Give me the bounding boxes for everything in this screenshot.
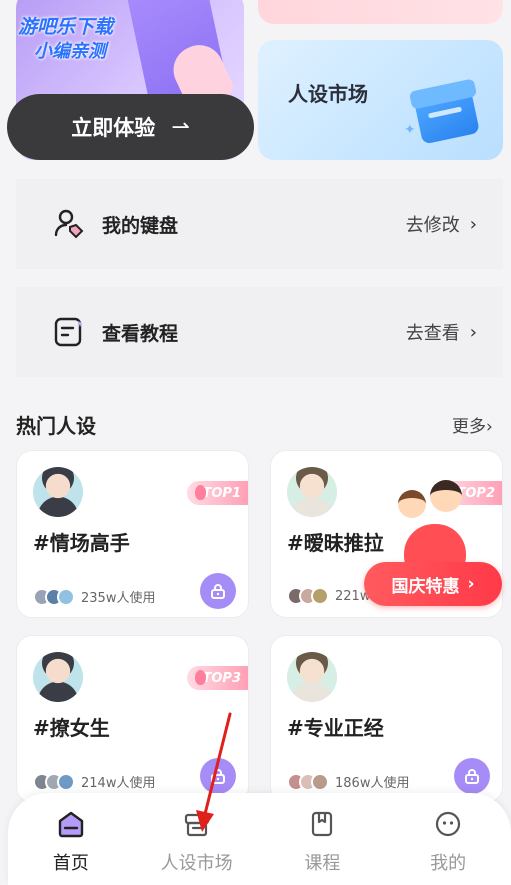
watermark-line1: 游吧乐下载 — [18, 16, 114, 38]
nav-home[interactable]: 首页 — [16, 809, 126, 875]
view-tutorial-link[interactable]: 去查看 › — [406, 319, 477, 345]
lock-icon — [465, 769, 479, 784]
mini-avatar — [311, 587, 329, 605]
hot-personas-title: 热门人设 — [16, 414, 96, 438]
usage-count: 235w人使用 — [81, 591, 156, 606]
lock-icon — [211, 584, 225, 599]
user-avatars — [33, 772, 75, 791]
try-now-button[interactable]: 立即体验 ⇀ — [7, 94, 254, 160]
chevron-right-icon: › — [469, 321, 477, 343]
usage-info: 186w人使用 — [287, 772, 409, 791]
persona-name: #专业正经 — [287, 716, 384, 740]
mini-avatar — [57, 587, 75, 606]
holiday-promo-badge[interactable]: 国庆特惠 › — [364, 474, 504, 614]
lock-button[interactable] — [454, 758, 490, 794]
more-link[interactable]: 更多› — [452, 412, 493, 437]
user-avatars — [287, 587, 329, 605]
chevron-right-icon: › — [469, 213, 477, 235]
usage-info: 214w人使用 — [33, 772, 155, 791]
rank-label: TOP3 — [202, 670, 242, 686]
holiday-promo-button[interactable]: 国庆特惠 › — [364, 562, 502, 606]
persona-market-title: 人设市场 — [288, 82, 368, 106]
user-avatars — [33, 587, 75, 606]
persona-card[interactable]: TOP1 #情场高手 235w人使用 — [16, 450, 249, 618]
nav-course-label: 课程 — [304, 853, 341, 874]
usage-info: 221w — [287, 587, 370, 605]
chevron-right-icon: › — [467, 574, 475, 594]
edit-keyboard-label: 去修改 — [405, 215, 460, 236]
rank-badge: TOP1 — [187, 481, 248, 505]
nav-profile-label: 我的 — [430, 853, 467, 874]
flame-icon — [195, 485, 206, 500]
mini-avatar — [311, 772, 329, 791]
document-icon — [52, 315, 86, 349]
nav-profile[interactable]: 我的 — [393, 809, 503, 875]
bottom-navigation: 首页 人设市场 课程 我的 — [8, 793, 511, 885]
arrow-right-icon: ⇀ — [171, 114, 190, 140]
sparkle-icon: ✦ — [404, 122, 416, 138]
avatar — [287, 652, 337, 702]
flame-icon — [195, 670, 206, 685]
try-now-label: 立即体验 — [71, 116, 156, 140]
tutorial-label: 查看教程 — [102, 322, 179, 345]
avatar — [33, 467, 83, 517]
nav-course[interactable]: 课程 — [267, 809, 377, 875]
view-tutorial-label: 去查看 — [405, 323, 460, 344]
holiday-promo-label: 国庆特惠 — [391, 576, 460, 597]
persona-name: #情场高手 — [33, 531, 130, 555]
girl-illustration — [398, 490, 426, 518]
nav-home-label: 首页 — [52, 853, 89, 874]
my-keyboard-row[interactable]: 我的键盘 去修改 › — [16, 179, 503, 269]
watermark-line2: 小编亲测 — [34, 41, 106, 62]
home-icon — [56, 809, 86, 839]
rank-label: TOP1 — [202, 485, 242, 501]
mini-avatar — [57, 772, 75, 791]
annotation-arrow-icon — [196, 712, 232, 832]
avatar — [287, 467, 337, 517]
persona-name: #撩女生 — [33, 716, 110, 740]
tutorial-row[interactable]: 查看教程 去查看 › — [16, 287, 503, 377]
nav-persona-market-label: 人设市场 — [160, 853, 233, 874]
lock-button[interactable] — [200, 573, 236, 609]
profile-icon — [433, 809, 463, 839]
chevron-right-icon: › — [486, 417, 493, 437]
persona-market-card[interactable]: 人设市场 ✦ — [258, 40, 503, 160]
usage-info: 235w人使用 — [33, 587, 155, 606]
usage-count: 214w人使用 — [81, 776, 156, 791]
rank-badge: TOP3 — [187, 666, 248, 690]
edit-keyboard-link[interactable]: 去修改 › — [406, 211, 477, 237]
usage-count: 186w人使用 — [335, 776, 410, 791]
persona-card[interactable]: #专业正经 186w人使用 — [270, 635, 503, 803]
boy-illustration — [430, 480, 462, 512]
pink-banner-card[interactable] — [258, 0, 503, 24]
more-label: 更多 — [452, 417, 486, 437]
user-tag-icon — [52, 207, 86, 241]
my-keyboard-label: 我的键盘 — [102, 214, 179, 237]
user-avatars — [287, 772, 329, 791]
course-icon — [307, 809, 337, 839]
avatar — [33, 652, 83, 702]
